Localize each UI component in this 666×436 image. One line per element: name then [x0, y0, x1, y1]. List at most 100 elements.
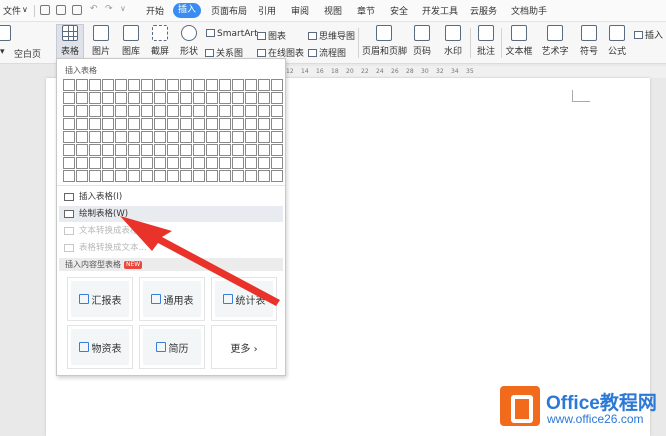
table-grid-cell[interactable] [219, 157, 231, 169]
table-grid-cell[interactable] [154, 79, 166, 91]
tab-cloud-service[interactable]: 云服务 [470, 4, 497, 17]
table-grid-cell[interactable] [219, 118, 231, 130]
table-grid-cell[interactable] [154, 131, 166, 143]
table-grid-cell[interactable] [245, 170, 257, 182]
table-grid-cell[interactable] [154, 105, 166, 117]
table-grid-cell[interactable] [219, 131, 231, 143]
chart-button[interactable]: 图表 [257, 29, 286, 42]
table-grid-cell[interactable] [258, 131, 270, 143]
picture-button[interactable]: 图片 [88, 25, 114, 57]
table-grid-cell[interactable] [89, 131, 101, 143]
table-grid-cell[interactable] [245, 144, 257, 156]
table-grid-cell[interactable] [102, 79, 114, 91]
table-grid-cell[interactable] [271, 157, 283, 169]
redo-icon[interactable]: ↷ [105, 4, 113, 14]
table-grid-cell[interactable] [193, 79, 205, 91]
preview-icon[interactable] [72, 5, 82, 15]
left-chevron-icon[interactable]: ▾ [0, 47, 5, 57]
table-grid-cell[interactable] [115, 170, 127, 182]
table-grid-cell[interactable] [232, 79, 244, 91]
table-grid-cell[interactable] [232, 105, 244, 117]
table-grid-cell[interactable] [180, 105, 192, 117]
smartart-button[interactable]: SmartArt [206, 29, 258, 39]
table-grid-cell[interactable] [141, 170, 153, 182]
table-grid-cell[interactable] [89, 92, 101, 104]
table-grid-cell[interactable] [180, 157, 192, 169]
table-grid-cell[interactable] [193, 144, 205, 156]
tab-doc-assistant[interactable]: 文档助手 [511, 4, 547, 17]
table-grid-cell[interactable] [141, 92, 153, 104]
table-grid-cell[interactable] [271, 105, 283, 117]
table-grid-cell[interactable] [63, 92, 75, 104]
table-grid-cell[interactable] [89, 118, 101, 130]
table-grid-cell[interactable] [258, 170, 270, 182]
table-grid-cell[interactable] [102, 105, 114, 117]
table-grid-cell[interactable] [245, 79, 257, 91]
table-grid-cell[interactable] [193, 118, 205, 130]
table-grid-cell[interactable] [258, 144, 270, 156]
tab-developer[interactable]: 开发工具 [422, 4, 458, 17]
table-grid-cell[interactable] [63, 118, 75, 130]
tab-chapter[interactable]: 章节 [357, 4, 375, 17]
table-grid-cell[interactable] [167, 105, 179, 117]
statistics-card[interactable]: 统计表 [211, 277, 277, 321]
table-grid-cell[interactable] [141, 131, 153, 143]
table-grid-cell[interactable] [232, 144, 244, 156]
table-grid-cell[interactable] [271, 118, 283, 130]
table-grid-cell[interactable] [76, 157, 88, 169]
table-grid-cell[interactable] [76, 170, 88, 182]
table-grid-cell[interactable] [167, 92, 179, 104]
tab-start[interactable]: 开始 [146, 4, 164, 17]
wordart-button[interactable]: 艺术字 [539, 25, 571, 57]
table-grid-cell[interactable] [193, 92, 205, 104]
table-grid-cell[interactable] [193, 170, 205, 182]
table-grid-cell[interactable] [180, 170, 192, 182]
print-icon[interactable] [56, 5, 66, 15]
table-grid-cell[interactable] [271, 170, 283, 182]
save-icon[interactable] [40, 5, 50, 15]
table-grid-cell[interactable] [76, 131, 88, 143]
table-grid-cell[interactable] [141, 157, 153, 169]
header-footer-button[interactable]: 页眉和页脚 [362, 25, 407, 57]
table-grid-cell[interactable] [102, 118, 114, 130]
screenshot-button[interactable]: 截屏 [147, 25, 173, 57]
table-grid-cell[interactable] [63, 157, 75, 169]
table-grid-cell[interactable] [102, 131, 114, 143]
page-number-button[interactable]: 页码 [409, 25, 435, 57]
table-grid-cell[interactable] [219, 105, 231, 117]
table-grid-cell[interactable] [128, 79, 140, 91]
table-grid-cell[interactable] [219, 144, 231, 156]
text-to-table-item[interactable]: 文本转换成表格... [59, 223, 283, 239]
table-grid-cell[interactable] [206, 131, 218, 143]
tab-insert[interactable]: 插入 [173, 3, 201, 18]
tab-references[interactable]: 引用 [258, 4, 276, 17]
table-grid-cell[interactable] [115, 157, 127, 169]
symbol-button[interactable]: 符号 [577, 25, 601, 57]
table-grid-cell[interactable] [232, 118, 244, 130]
table-grid-cell[interactable] [76, 144, 88, 156]
table-grid-cell[interactable] [271, 92, 283, 104]
watermark-button[interactable]: 水印 [440, 25, 466, 57]
table-grid-cell[interactable] [115, 105, 127, 117]
table-grid-cell[interactable] [206, 170, 218, 182]
table-grid-cell[interactable] [63, 105, 75, 117]
draw-table-item[interactable]: 绘制表格(W) [59, 206, 283, 222]
general-card[interactable]: 通用表 [139, 277, 205, 321]
comment-button[interactable]: 批注 [474, 25, 498, 57]
table-grid-cell[interactable] [89, 170, 101, 182]
table-grid-cell[interactable] [89, 144, 101, 156]
table-grid-cell[interactable] [271, 144, 283, 156]
table-grid-cell[interactable] [245, 105, 257, 117]
tab-security[interactable]: 安全 [390, 4, 408, 17]
gallery-button[interactable]: 图库 [118, 25, 144, 57]
table-grid-cell[interactable] [206, 144, 218, 156]
table-size-grid[interactable] [63, 79, 283, 182]
table-grid-cell[interactable] [232, 157, 244, 169]
table-grid-cell[interactable] [115, 118, 127, 130]
table-grid-cell[interactable] [167, 170, 179, 182]
table-grid-cell[interactable] [245, 118, 257, 130]
flowchart-button[interactable]: 流程图 [308, 46, 346, 59]
table-grid-cell[interactable] [193, 131, 205, 143]
table-grid-cell[interactable] [219, 92, 231, 104]
table-grid-cell[interactable] [102, 170, 114, 182]
